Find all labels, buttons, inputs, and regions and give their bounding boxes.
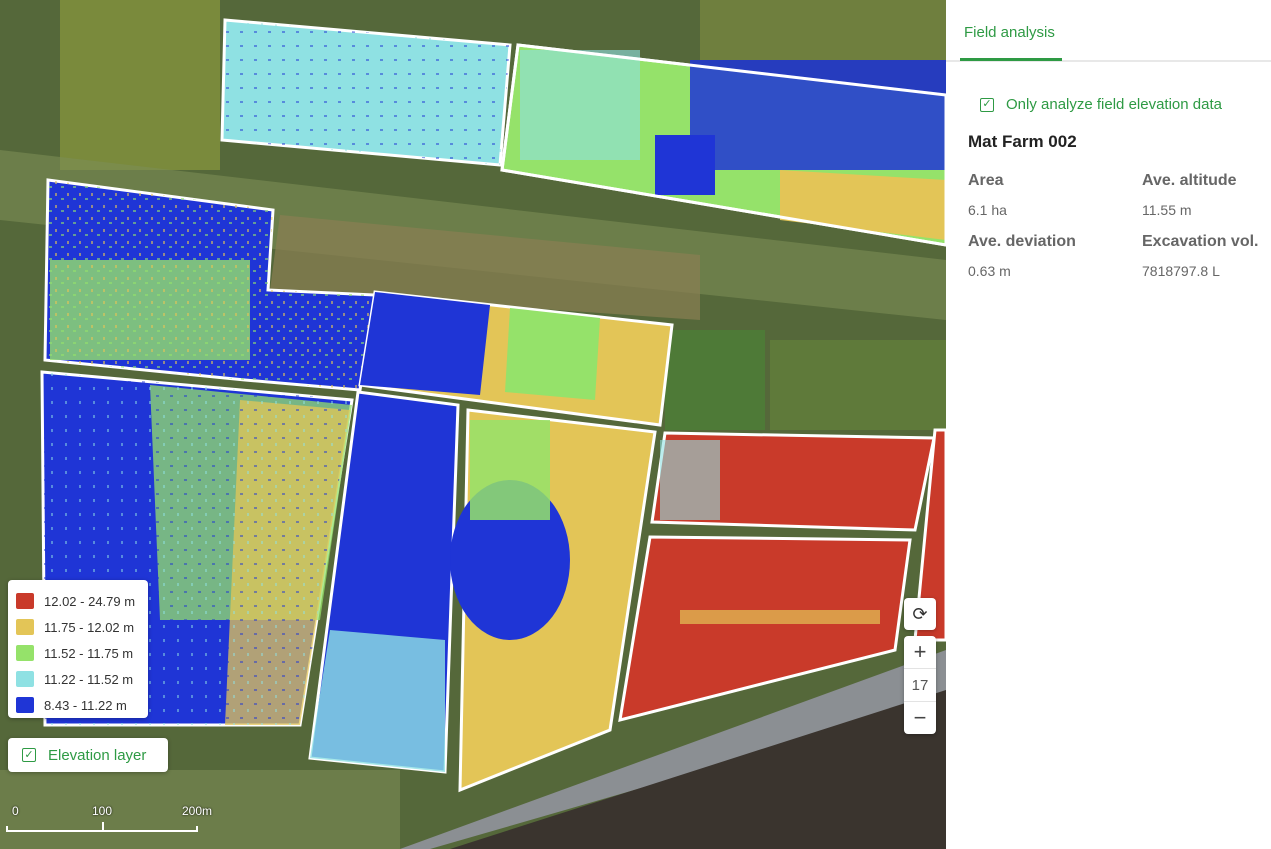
refresh-icon: ⟳	[912, 603, 928, 624]
minus-icon: −	[913, 705, 927, 730]
map-view[interactable]: 12.02 - 24.79 m 11.75 - 12.02 m 11.52 - …	[0, 0, 946, 849]
legend-label: 11.75 - 12.02 m	[44, 619, 135, 635]
scale-label-200: 200m	[182, 804, 213, 818]
scale-label-0: 0	[12, 804, 19, 818]
legend-item: 11.52 - 11.75 m	[16, 640, 140, 666]
check-icon[interactable]: ✓	[22, 748, 36, 762]
field-name: Mat Farm 002	[968, 132, 1077, 151]
legend-item: 8.43 - 11.22 m	[16, 692, 140, 718]
elevation-layer-label: Elevation layer	[48, 746, 147, 764]
tab-active-indicator	[960, 58, 1062, 61]
stat-value-altitude: 11.55 m	[1142, 202, 1192, 218]
legend-label: 12.02 - 24.79 m	[44, 593, 136, 609]
analyze-elevation-option[interactable]: ✓ Only analyze field elevation data	[980, 96, 1222, 113]
stat-title-altitude: Ave. altitude	[1142, 172, 1237, 189]
legend-swatch	[16, 645, 34, 661]
field-analysis-panel: Field analysis ✓ Only analyze field elev…	[946, 0, 1271, 849]
zoom-out-button[interactable]: −	[904, 702, 936, 734]
stat-value-deviation: 0.63 m	[968, 263, 1011, 279]
elevation-legend: 12.02 - 24.79 m 11.75 - 12.02 m 11.52 - …	[8, 580, 148, 718]
analyze-elevation-label: Only analyze field elevation data	[1006, 96, 1222, 113]
refresh-button[interactable]: ⟳	[904, 598, 936, 630]
legend-label: 11.52 - 11.75 m	[44, 645, 134, 661]
legend-item: 11.22 - 11.52 m	[16, 666, 140, 692]
legend-swatch	[16, 619, 34, 635]
scale-bar: 0 100 200m	[6, 804, 212, 836]
stat-value-area: 6.1 ha	[968, 202, 1007, 218]
legend-label: 8.43 - 11.22 m	[44, 697, 127, 713]
stat-value-excavation: 7818797.8 L	[1142, 263, 1220, 279]
scale-label-100: 100	[92, 804, 113, 818]
tab-field-analysis[interactable]: Field analysis	[964, 24, 1055, 41]
aerial-elevation-map[interactable]	[0, 0, 946, 849]
plus-icon: +	[913, 639, 927, 664]
stat-title-area: Area	[968, 172, 1004, 189]
legend-item: 12.02 - 24.79 m	[16, 588, 140, 614]
check-icon[interactable]: ✓	[980, 97, 994, 112]
tab-bar: Field analysis	[946, 0, 1271, 62]
legend-label: 11.22 - 11.52 m	[44, 671, 134, 687]
stat-title-deviation: Ave. deviation	[968, 233, 1076, 250]
elevation-layer-toggle[interactable]: ✓ Elevation layer	[8, 738, 168, 772]
scale-tick	[102, 822, 104, 832]
legend-swatch	[16, 697, 34, 713]
stat-title-excavation: Excavation vol.	[1142, 233, 1259, 250]
legend-item: 11.75 - 12.02 m	[16, 614, 140, 640]
legend-swatch	[16, 593, 34, 609]
zoom-control: + 17 −	[904, 636, 936, 734]
legend-swatch	[16, 671, 34, 687]
zoom-in-button[interactable]: +	[904, 636, 936, 668]
zoom-level: 17	[904, 668, 936, 702]
